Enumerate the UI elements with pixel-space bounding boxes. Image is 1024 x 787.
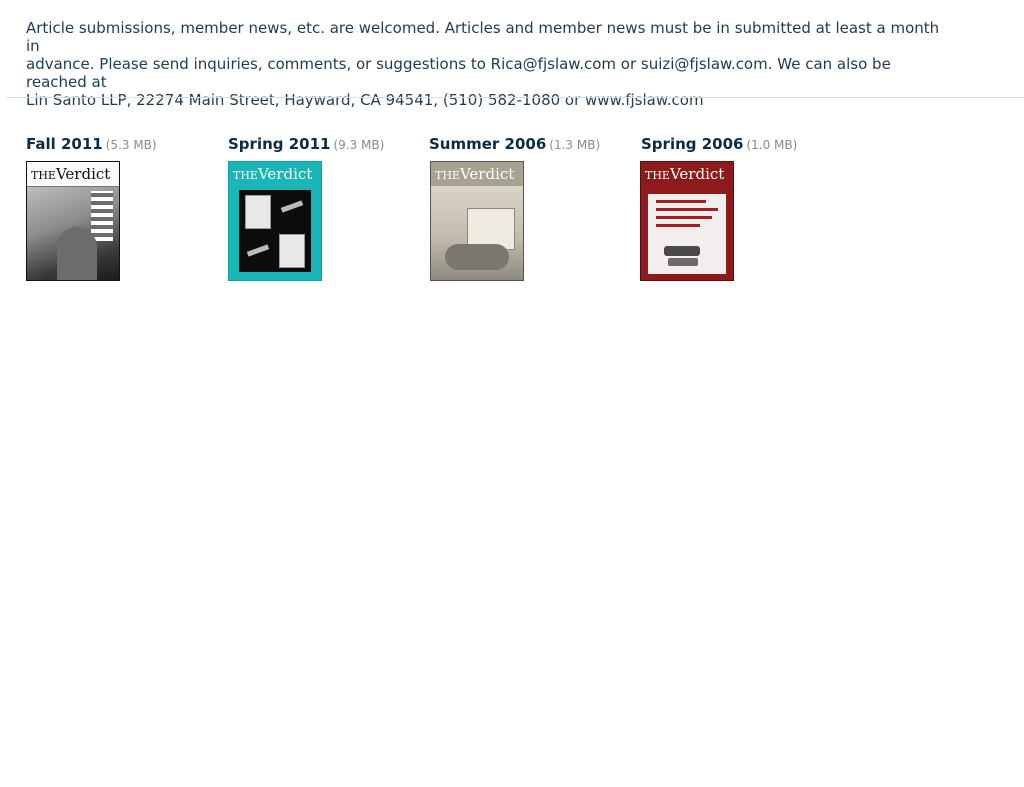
cover-thumbnail-spring-2011[interactable]: THEVerdict — [228, 161, 322, 281]
cover-masthead: THEVerdict — [27, 162, 119, 187]
cover-thumbnail-fall-2011[interactable]: THEVerdict — [26, 161, 120, 281]
cover-thumbnail-spring-2006[interactable]: THEVerdict — [640, 161, 734, 281]
sound-block-icon — [668, 258, 698, 266]
headline-line — [656, 224, 700, 227]
flag-image — [91, 191, 113, 241]
headline-line — [656, 208, 718, 211]
issue-file-size: (1.3 MB) — [549, 138, 601, 152]
cover-masthead: THEVerdict — [233, 165, 313, 183]
newsletter-issue-fall-2011: Fall 2011 (5.3 MB) THEVerdict — [26, 134, 157, 281]
gavel-icon — [664, 246, 700, 256]
issue-link-summer-2006[interactable]: Summer 2006 — [429, 135, 546, 153]
newsletter-issue-spring-2006: Spring 2006 (1.0 MB) THEVerdict — [640, 134, 798, 281]
section-divider — [6, 97, 1024, 98]
newsletter-issue-spring-2011: Spring 2011 (9.3 MB) THEVerdict — [228, 134, 385, 281]
issue-link-fall-2011[interactable]: Fall 2011 — [26, 135, 103, 153]
issue-link-spring-2011[interactable]: Spring 2011 — [228, 135, 330, 153]
handshake-image — [445, 244, 509, 270]
cover-art — [431, 186, 523, 280]
issue-link-spring-2006[interactable]: Spring 2006 — [641, 135, 743, 153]
portrait-image — [245, 195, 271, 229]
issue-file-size: (5.3 MB) — [105, 138, 157, 152]
issue-file-size: (9.3 MB) — [333, 138, 385, 152]
cover-art — [239, 190, 311, 272]
gavel-icon — [246, 244, 270, 257]
cover-masthead: THEVerdict — [645, 165, 725, 183]
issue-file-size: (1.0 MB) — [746, 138, 798, 152]
headline-line — [656, 216, 712, 219]
cover-art — [648, 194, 726, 274]
cover-thumbnail-summer-2006[interactable]: THEVerdict — [430, 161, 524, 281]
cover-art — [27, 187, 119, 280]
portrait-image — [279, 234, 305, 268]
submission-info-text: Article submissions, member news, etc. a… — [26, 19, 940, 109]
speaker-image — [57, 227, 97, 280]
cover-masthead: THEVerdict — [431, 162, 523, 186]
headline-line — [656, 200, 706, 203]
newsletter-issue-summer-2006: Summer 2006 (1.3 MB) THEVerdict — [429, 134, 601, 281]
gavel-icon — [280, 200, 304, 213]
